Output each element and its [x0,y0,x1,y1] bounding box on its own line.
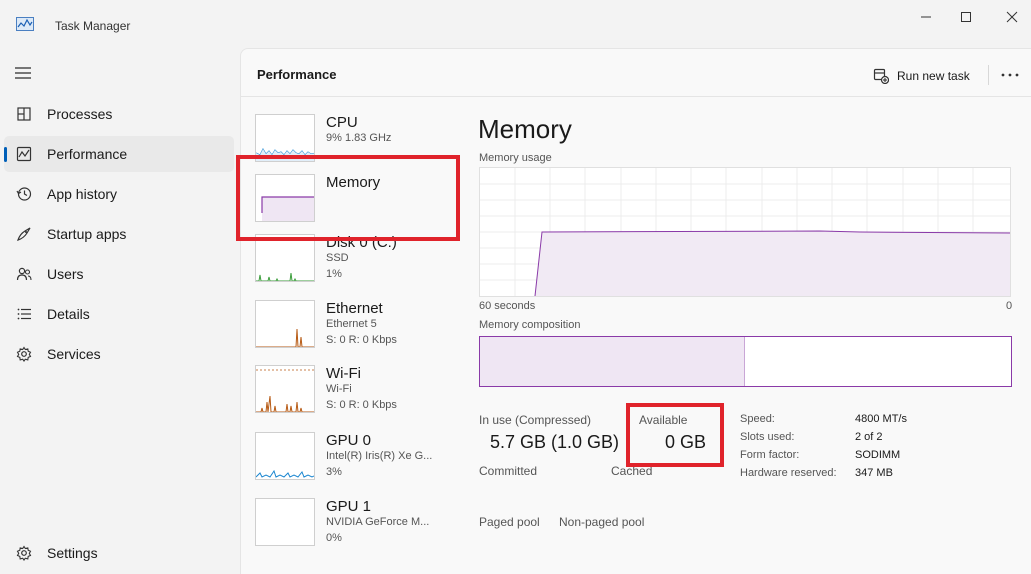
nav-services[interactable]: Services [4,336,234,372]
gpu1-thumbnail-graph [255,498,315,546]
resource-name: CPU [326,114,358,131]
resource-detail: Intel(R) Iris(R) Xe G... [326,450,433,462]
memory-composition-bar [479,336,1012,387]
nav-users[interactable]: Users [4,256,234,292]
processes-icon [17,107,31,121]
gpu0-thumbnail-graph [255,432,315,480]
nav-settings[interactable]: Settings [4,535,234,571]
resource-name: GPU 1 [326,498,372,515]
resource-name: GPU 0 [326,432,372,449]
users-icon [16,267,32,281]
resource-name: Ethernet [326,300,383,317]
nav-label: App history [47,186,118,202]
in-use-label: In use (Compressed) [479,413,592,427]
title-bar: Task Manager [0,0,1031,48]
startup-apps-icon [17,227,31,241]
memory-title: Memory [478,114,572,144]
wifi-thumbnail-graph [255,365,315,413]
spec-value: 4800 MT/s [855,413,907,425]
run-new-task-label: Run new task [897,69,970,83]
nav-label: Users [47,266,84,282]
nav-label: Settings [47,545,98,561]
resource-ethernet[interactable]: Ethernet Ethernet 5 S: 0 R: 0 Kbps [255,300,455,356]
resource-detail: 9% 1.83 GHz [326,132,392,144]
close-button[interactable] [993,6,1031,28]
in-use-value: 5.7 GB (1.0 GB) [490,432,620,452]
spec-label: Slots used: [740,431,795,443]
memory-usage-graph [479,167,1011,297]
nav-startup-apps[interactable]: Startup apps [4,216,234,252]
resource-gpu1[interactable]: GPU 1 NVIDIA GeForce M... 0% [255,498,455,554]
nav-label: Performance [47,146,128,162]
memory-usage-label: Memory usage [479,152,552,164]
close-icon [1006,11,1018,23]
memory-composition-label: Memory composition [479,319,581,331]
main-pane: Performance Run new task CPU 9% 1.83 GHz… [236,48,1031,574]
spec-label: Speed: [740,413,775,425]
task-manager-icon [16,17,34,31]
more-options-icon[interactable] [999,67,1021,83]
page-title: Performance [257,67,337,82]
details-icon [17,308,31,320]
spec-label: Form factor: [740,449,800,461]
resource-detail: Wi-Fi [326,383,352,395]
resource-detail: 1% [326,268,342,280]
hamburger-menu-icon[interactable] [12,64,34,82]
spec-label: Hardware reserved: [740,467,837,479]
maximize-button[interactable] [947,6,985,28]
non-paged-pool-label: Non-paged pool [559,515,645,529]
services-icon [16,346,32,362]
resource-detail: SSD [326,252,349,264]
nav-label: Startup apps [47,226,127,242]
resource-detail: 3% [326,466,342,478]
run-new-task-button[interactable]: Run new task [873,65,970,87]
graph-axis-right-label: 0 [1006,300,1013,312]
header-divider [988,65,989,85]
nav-label: Details [47,306,90,322]
resource-detail: S: 0 R: 0 Kbps [326,399,397,411]
resource-detail: Ethernet 5 [326,318,377,330]
spec-value: 2 of 2 [855,431,883,443]
nav-processes[interactable]: Processes [4,96,234,132]
resource-detail: NVIDIA GeForce M... [326,516,430,528]
app-history-icon [16,187,32,201]
disk-thumbnail-graph [255,234,315,282]
graph-axis-left-label: 60 seconds [479,300,536,312]
resource-detail: S: 0 R: 0 Kbps [326,334,397,346]
composition-in-use-segment [480,337,745,386]
app-title: Task Manager [55,19,131,33]
resource-disk[interactable]: Disk 0 (C:) SSD 1% [255,234,455,290]
settings-gear-icon [16,545,32,561]
nav-details[interactable]: Details [4,296,234,332]
resource-name: Wi-Fi [326,365,361,382]
available-highlight-box [626,403,724,467]
resource-detail: 0% [326,532,342,544]
paged-pool-label: Paged pool [479,515,540,529]
resource-wifi[interactable]: Wi-Fi Wi-Fi S: 0 R: 0 Kbps [255,365,455,421]
minimize-button[interactable] [907,6,945,28]
ethernet-thumbnail-graph [255,300,315,348]
committed-label: Committed [479,464,538,478]
memory-highlight-box [236,155,460,241]
run-task-icon [873,68,889,84]
nav-label: Services [47,346,101,362]
spec-value: SODIMM [855,449,901,461]
main-header: Performance Run new task [241,49,1031,97]
nav-app-history[interactable]: App history [4,176,234,212]
minimize-icon [921,16,931,18]
spec-value: 347 MB [855,467,893,479]
performance-icon [16,146,32,162]
nav-label: Processes [47,106,113,122]
resource-gpu0[interactable]: GPU 0 Intel(R) Iris(R) Xe G... 3% [255,432,455,488]
maximize-icon [961,12,971,22]
nav-performance[interactable]: Performance [4,136,234,172]
